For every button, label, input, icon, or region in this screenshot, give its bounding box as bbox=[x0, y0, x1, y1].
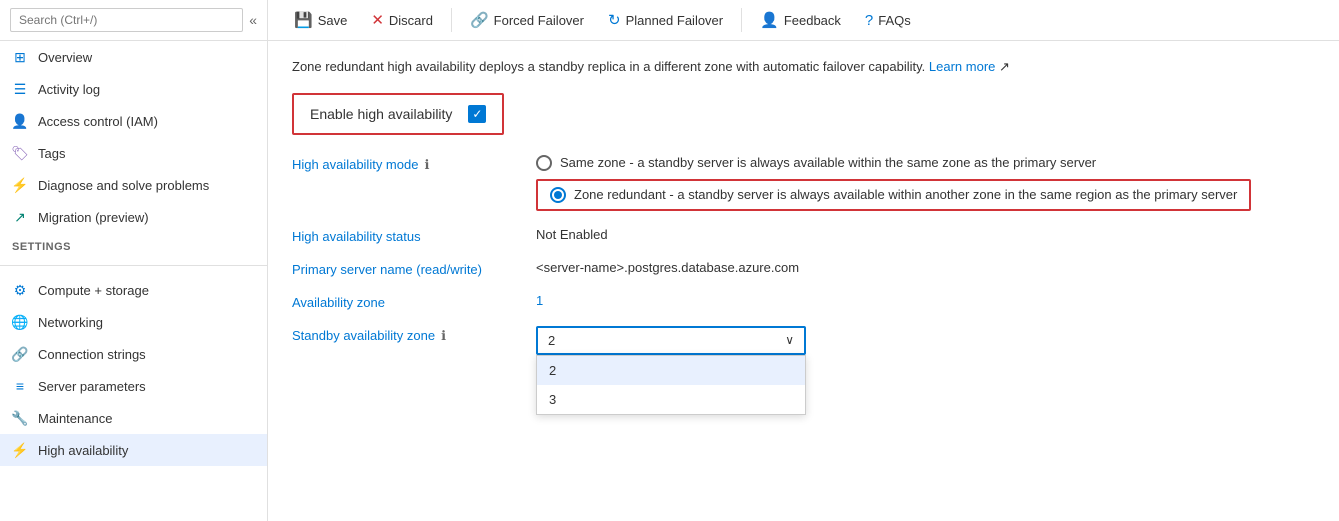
sidebar-item-label: Tags bbox=[38, 146, 65, 161]
standby-zone-label: Standby availability zone ℹ bbox=[292, 326, 512, 344]
ha-status-label: High availability status bbox=[292, 227, 512, 244]
sidebar-item-networking[interactable]: 🌐 Networking bbox=[0, 306, 267, 338]
planned-failover-label: Planned Failover bbox=[626, 13, 724, 28]
sidebar-item-label: Server parameters bbox=[38, 379, 146, 394]
radio-same-zone-label: Same zone - a standby server is always a… bbox=[560, 155, 1096, 170]
feedback-icon: 👤 bbox=[760, 11, 779, 29]
ha-mode-radio-group: Same zone - a standby server is always a… bbox=[536, 155, 1251, 211]
diagnose-icon: ⚡ bbox=[12, 177, 28, 193]
networking-icon: 🌐 bbox=[12, 314, 28, 330]
standby-zone-dropdown-wrapper: 2 ∨ 2 3 bbox=[536, 326, 806, 355]
standby-zone-info-icon[interactable]: ℹ bbox=[441, 328, 446, 344]
planned-failover-button[interactable]: ↻ Planned Failover bbox=[598, 6, 733, 34]
sidebar-item-overview[interactable]: ⊞ Overview bbox=[0, 41, 267, 73]
toolbar: 💾 Save ✕ Discard 🔗 Forced Failover ↻ Pla… bbox=[268, 0, 1339, 41]
primary-server-row: Primary server name (read/write) <server… bbox=[292, 260, 1315, 277]
primary-server-label: Primary server name (read/write) bbox=[292, 260, 512, 277]
sidebar-item-activity-log[interactable]: ☰ Activity log bbox=[0, 73, 267, 105]
radio-zone-redundant-label: Zone redundant - a standby server is alw… bbox=[574, 187, 1237, 202]
radio-zone-redundant[interactable]: Zone redundant - a standby server is alw… bbox=[536, 179, 1251, 211]
standby-zone-menu: 2 3 bbox=[536, 355, 806, 415]
description-text: Zone redundant high availability deploys… bbox=[292, 57, 1315, 77]
forced-failover-icon: 🔗 bbox=[470, 11, 489, 29]
sidebar-item-label: Access control (IAM) bbox=[38, 114, 158, 129]
high-availability-icon: ⚡ bbox=[12, 442, 28, 458]
activity-log-icon: ☰ bbox=[12, 81, 28, 97]
search-input[interactable] bbox=[10, 8, 243, 32]
access-control-icon: 👤 bbox=[12, 113, 28, 129]
toolbar-divider-1 bbox=[451, 8, 452, 32]
discard-icon: ✕ bbox=[371, 11, 384, 29]
sidebar-item-label: Compute + storage bbox=[38, 283, 149, 298]
radio-same-zone-circle bbox=[536, 155, 552, 171]
migration-icon: ↗ bbox=[12, 209, 28, 225]
faqs-icon: ? bbox=[865, 12, 873, 29]
forced-failover-button[interactable]: 🔗 Forced Failover bbox=[460, 6, 594, 34]
radio-zone-redundant-circle bbox=[550, 187, 566, 203]
chevron-down-icon: ∨ bbox=[785, 333, 794, 347]
sidebar-item-label: Overview bbox=[38, 50, 92, 65]
standby-zone-row: Standby availability zone ℹ 2 ∨ 2 3 bbox=[292, 326, 1315, 355]
sidebar-item-label: Maintenance bbox=[38, 411, 112, 426]
faqs-label: FAQs bbox=[878, 13, 911, 28]
sidebar-collapse-icon[interactable]: « bbox=[249, 12, 257, 28]
sidebar-search-container: « bbox=[0, 0, 267, 41]
enable-ha-box: Enable high availability ✓ bbox=[292, 93, 504, 135]
discard-label: Discard bbox=[389, 13, 433, 28]
ha-status-value: Not Enabled bbox=[536, 227, 608, 242]
availability-zone-row: Availability zone 1 bbox=[292, 293, 1315, 310]
feedback-button[interactable]: 👤 Feedback bbox=[750, 6, 851, 34]
toolbar-divider-2 bbox=[741, 8, 742, 32]
sidebar-item-label: Networking bbox=[38, 315, 103, 330]
overview-icon: ⊞ bbox=[12, 49, 28, 65]
sidebar-item-tags[interactable]: 🏷 Tags bbox=[0, 137, 267, 169]
content-area: Zone redundant high availability deploys… bbox=[268, 41, 1339, 521]
dropdown-option-2[interactable]: 2 bbox=[537, 356, 805, 385]
availability-zone-value: 1 bbox=[536, 293, 543, 308]
save-label: Save bbox=[318, 13, 348, 28]
standby-zone-dropdown[interactable]: 2 ∨ bbox=[536, 326, 806, 355]
radio-same-zone[interactable]: Same zone - a standby server is always a… bbox=[536, 155, 1251, 171]
save-icon: 💾 bbox=[294, 11, 313, 29]
sidebar-item-label: Activity log bbox=[38, 82, 100, 97]
tags-icon: 🏷 bbox=[12, 145, 28, 161]
enable-ha-label: Enable high availability bbox=[310, 106, 452, 122]
maintenance-icon: 🔧 bbox=[12, 410, 28, 426]
sidebar-item-label: Migration (preview) bbox=[38, 210, 149, 225]
ha-status-row: High availability status Not Enabled bbox=[292, 227, 1315, 244]
sidebar-item-connection-strings[interactable]: 🔗 Connection strings bbox=[0, 338, 267, 370]
server-parameters-icon: ≡ bbox=[12, 378, 28, 394]
sidebar-item-label: Connection strings bbox=[38, 347, 146, 362]
standby-zone-selected-value: 2 bbox=[548, 333, 555, 348]
sidebar: « ⊞ Overview ☰ Activity log 👤 Access con… bbox=[0, 0, 268, 521]
faqs-button[interactable]: ? FAQs bbox=[855, 7, 921, 34]
primary-server-value: <server-name>.postgres.database.azure.co… bbox=[536, 260, 799, 275]
sidebar-item-server-parameters[interactable]: ≡ Server parameters bbox=[0, 370, 267, 402]
connection-strings-icon: 🔗 bbox=[12, 346, 28, 362]
sidebar-item-compute-storage[interactable]: ⚙ Compute + storage bbox=[0, 274, 267, 306]
forced-failover-label: Forced Failover bbox=[494, 13, 584, 28]
learn-more-link[interactable]: Learn more bbox=[929, 59, 995, 74]
planned-failover-icon: ↻ bbox=[608, 11, 621, 29]
ha-mode-row: High availability mode ℹ Same zone - a s… bbox=[292, 155, 1315, 211]
discard-button[interactable]: ✕ Discard bbox=[361, 6, 443, 34]
settings-section-label: Settings bbox=[0, 233, 267, 257]
save-button[interactable]: 💾 Save bbox=[284, 6, 357, 34]
compute-storage-icon: ⚙ bbox=[12, 282, 28, 298]
sidebar-item-diagnose[interactable]: ⚡ Diagnose and solve problems bbox=[0, 169, 267, 201]
settings-divider bbox=[0, 265, 267, 266]
main-panel: 💾 Save ✕ Discard 🔗 Forced Failover ↻ Pla… bbox=[268, 0, 1339, 521]
ha-mode-label: High availability mode ℹ bbox=[292, 155, 512, 173]
sidebar-item-migration[interactable]: ↗ Migration (preview) bbox=[0, 201, 267, 233]
sidebar-item-access-control[interactable]: 👤 Access control (IAM) bbox=[0, 105, 267, 137]
sidebar-item-maintenance[interactable]: 🔧 Maintenance bbox=[0, 402, 267, 434]
feedback-label: Feedback bbox=[784, 13, 841, 28]
dropdown-option-3[interactable]: 3 bbox=[537, 385, 805, 414]
enable-ha-checkbox[interactable]: ✓ bbox=[468, 105, 486, 123]
sidebar-item-high-availability[interactable]: ⚡ High availability bbox=[0, 434, 267, 466]
ha-mode-info-icon[interactable]: ℹ bbox=[424, 157, 429, 173]
sidebar-item-label: Diagnose and solve problems bbox=[38, 178, 209, 193]
availability-zone-label: Availability zone bbox=[292, 293, 512, 310]
sidebar-item-label: High availability bbox=[38, 443, 128, 458]
